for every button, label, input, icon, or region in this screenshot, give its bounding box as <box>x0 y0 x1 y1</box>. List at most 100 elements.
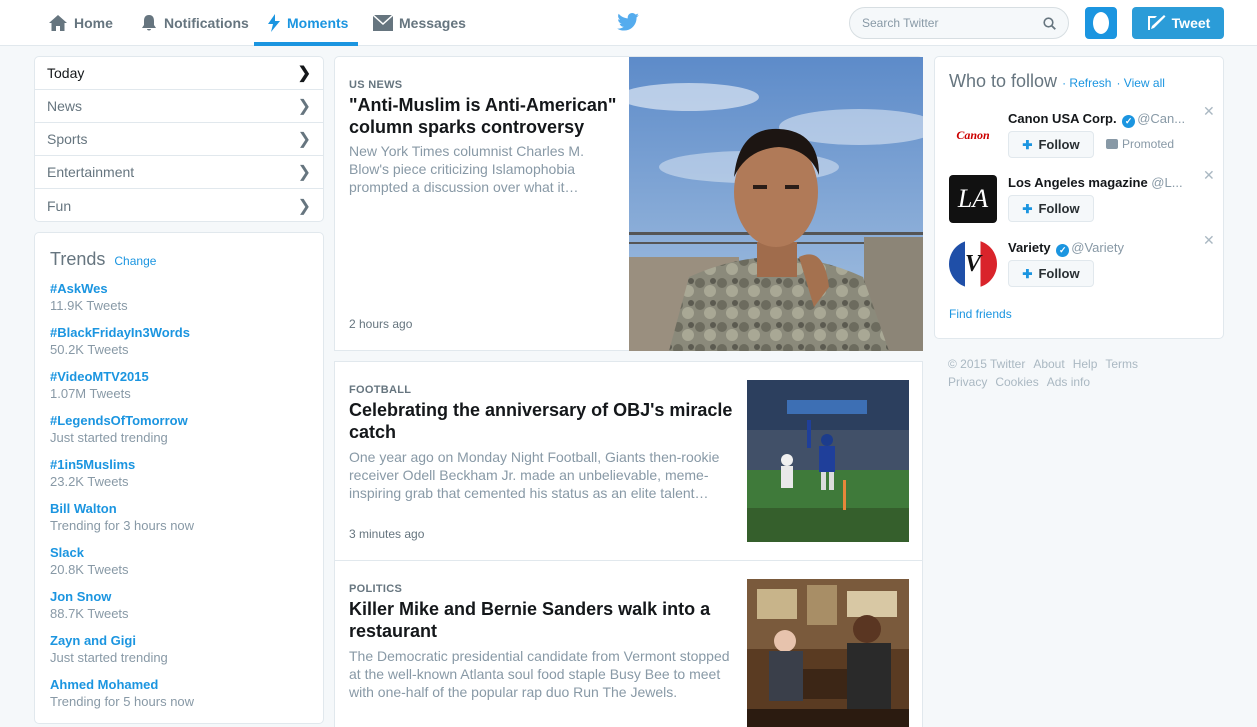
trend-item[interactable]: Ahmed Mohamed Trending for 5 hours now <box>50 676 309 720</box>
trend-meta: 88.7K Tweets <box>50 606 129 621</box>
trends-module: Trends Change #AskWes 11.9K Tweets #Black… <box>34 232 324 724</box>
search-placeholder: Search Twitter <box>862 16 939 30</box>
suggested-account[interactable]: LA Los Angeles magazine @L... ✚ Follow ✕ <box>949 167 1219 235</box>
trend-name[interactable]: Slack <box>50 544 309 561</box>
moment-card[interactable]: US NEWS "Anti-Muslim is Anti-American" c… <box>334 56 923 351</box>
dismiss-close-icon[interactable]: ✕ <box>1203 167 1215 184</box>
category-today[interactable]: Today ❯ <box>35 57 323 90</box>
trend-item[interactable]: Bill Walton Trending for 3 hours now <box>50 500 309 544</box>
category-entertainment[interactable]: Entertainment ❯ <box>35 156 323 189</box>
footer-ads-info-link[interactable]: Ads info <box>1047 375 1090 389</box>
football-catch-photo[interactable] <box>747 380 909 542</box>
restaurant-photo[interactable] <box>747 579 909 727</box>
nav-notifications[interactable]: Notifications <box>140 0 249 46</box>
view-all-link[interactable]: View all <box>1124 76 1165 90</box>
trend-name[interactable]: Jon Snow <box>50 588 309 605</box>
los-angeles-magazine-logo[interactable]: LA <box>949 175 997 223</box>
find-friends-link[interactable]: Find friends <box>949 307 1012 321</box>
trends-title: Trends <box>50 249 106 269</box>
category-label: Fun <box>47 197 72 214</box>
who-to-follow-title: Who to follow <box>949 71 1058 91</box>
moment-card[interactable]: POLITICS Killer Mike and Bernie Sanders … <box>334 561 923 727</box>
category-label: News <box>47 98 83 114</box>
account-name[interactable]: Los Angeles magazine @L... <box>1008 175 1183 190</box>
promoted-label: Promoted <box>1106 137 1174 151</box>
trend-name[interactable]: Ahmed Mohamed <box>50 676 309 693</box>
verified-badge-icon: ✓ <box>1056 244 1070 257</box>
footer-cookies-link[interactable]: Cookies <box>995 375 1038 389</box>
trend-item[interactable]: #VideoMTV2015 1.07M Tweets <box>50 368 309 412</box>
category-fun[interactable]: Fun ❯ <box>35 189 323 222</box>
trend-name[interactable]: #LegendsOfTomorrow <box>50 412 309 429</box>
tweet-button[interactable]: Tweet <box>1132 7 1224 39</box>
canon-logo[interactable]: Canon <box>949 111 997 159</box>
moment-headline[interactable]: Killer Mike and Bernie Sanders walk into… <box>349 598 719 642</box>
footer-terms-link[interactable]: Terms <box>1105 357 1138 371</box>
moment-summary: New York Times columnist Charles M. Blow… <box>349 143 584 195</box>
nav-notifications-label: Notifications <box>164 15 249 31</box>
bell-icon <box>142 15 156 31</box>
nav-moments-label: Moments <box>287 15 349 31</box>
footer-help-link[interactable]: Help <box>1073 357 1098 371</box>
trend-name[interactable]: #1in5Muslims <box>50 456 309 473</box>
suggested-account[interactable]: Canon Canon USA Corp. ✓ @Can... ✚ Follow P… <box>949 103 1219 171</box>
moment-category: POLITICS <box>349 583 403 595</box>
trends-header: Trends Change <box>50 249 309 270</box>
compose-icon <box>1147 15 1166 30</box>
trend-item[interactable]: Slack 20.8K Tweets <box>50 544 309 588</box>
footer-privacy-link[interactable]: Privacy <box>948 375 987 389</box>
trend-item[interactable]: Zayn and Gigi Just started trending <box>50 632 309 676</box>
soldier-portrait-photo[interactable] <box>629 57 923 351</box>
chevron-right-icon: ❯ <box>297 131 311 148</box>
la-logo-text: LA <box>957 184 989 213</box>
twitter-bird-logo-icon[interactable] <box>617 13 639 31</box>
trend-item[interactable]: #BlackFridayIn3Words 50.2K Tweets <box>50 324 309 368</box>
lightning-icon <box>268 14 280 32</box>
suggested-account[interactable]: V Variety ✓ @Variety ✚ Follow ✕ <box>949 232 1219 300</box>
chevron-right-icon: ❯ <box>297 98 311 115</box>
follow-button[interactable]: ✚ Follow <box>1008 260 1094 287</box>
canon-logo-text: Canon <box>956 127 990 142</box>
chevron-right-icon: ❯ <box>297 164 311 181</box>
trend-name[interactable]: Zayn and Gigi <box>50 632 309 649</box>
variety-logo-text: V <box>964 250 981 277</box>
avatar[interactable] <box>1085 7 1117 39</box>
add-user-icon: ✚ <box>1022 266 1033 281</box>
moments-category-list: Today ❯ News ❯ Sports ❯ Entertainment ❯ Fun ❯ <box>34 56 324 222</box>
follow-button[interactable]: ✚ Follow <box>1008 195 1094 222</box>
trend-item[interactable]: #AskWes 11.9K Tweets <box>50 280 309 324</box>
envelope-icon <box>373 15 393 31</box>
dismiss-close-icon[interactable]: ✕ <box>1203 103 1215 120</box>
category-label: Today <box>47 65 85 81</box>
category-sports[interactable]: Sports ❯ <box>35 123 323 156</box>
nav-moments[interactable]: Moments <box>267 0 348 46</box>
moment-card[interactable]: FOOTBALL Celebrating the anniversary of … <box>334 361 923 561</box>
who-to-follow-module: Who to follow · Refresh · View all Canon… <box>934 56 1224 339</box>
change-trends-link[interactable]: Change <box>114 254 156 268</box>
trend-name[interactable]: #AskWes <box>50 280 309 297</box>
nav-home[interactable]: Home <box>48 0 113 46</box>
trend-item[interactable]: #1in5Muslims 23.2K Tweets <box>50 456 309 500</box>
variety-logo[interactable]: V <box>949 240 997 288</box>
trend-item[interactable]: #LegendsOfTomorrow Just started trending <box>50 412 309 456</box>
footer-about-link[interactable]: About <box>1033 357 1064 371</box>
category-news[interactable]: News ❯ <box>35 90 323 123</box>
search-input[interactable]: Search Twitter <box>849 7 1069 39</box>
moment-headline[interactable]: "Anti-Muslim is Anti-American" column sp… <box>349 94 619 138</box>
trend-meta: Trending for 5 hours now <box>50 694 195 709</box>
refresh-link[interactable]: Refresh <box>1069 76 1111 90</box>
account-name[interactable]: Canon USA Corp. ✓ @Can... <box>1008 111 1185 128</box>
follow-button[interactable]: ✚ Follow <box>1008 131 1094 158</box>
moment-headline[interactable]: Celebrating the anniversary of OBJ's mir… <box>349 399 739 443</box>
tweet-button-label: Tweet <box>1171 15 1211 31</box>
dismiss-close-icon[interactable]: ✕ <box>1203 232 1215 249</box>
trend-name[interactable]: #BlackFridayIn3Words <box>50 324 309 341</box>
search-icon[interactable] <box>1043 16 1056 30</box>
nav-messages[interactable]: Messages <box>373 0 466 46</box>
promoted-icon <box>1106 139 1118 149</box>
trend-name[interactable]: #VideoMTV2015 <box>50 368 309 385</box>
footer-copyright: © 2015 Twitter <box>948 357 1026 371</box>
trend-name[interactable]: Bill Walton <box>50 500 309 517</box>
account-name[interactable]: Variety ✓ @Variety <box>1008 240 1124 257</box>
trend-item[interactable]: Jon Snow 88.7K Tweets <box>50 588 309 632</box>
